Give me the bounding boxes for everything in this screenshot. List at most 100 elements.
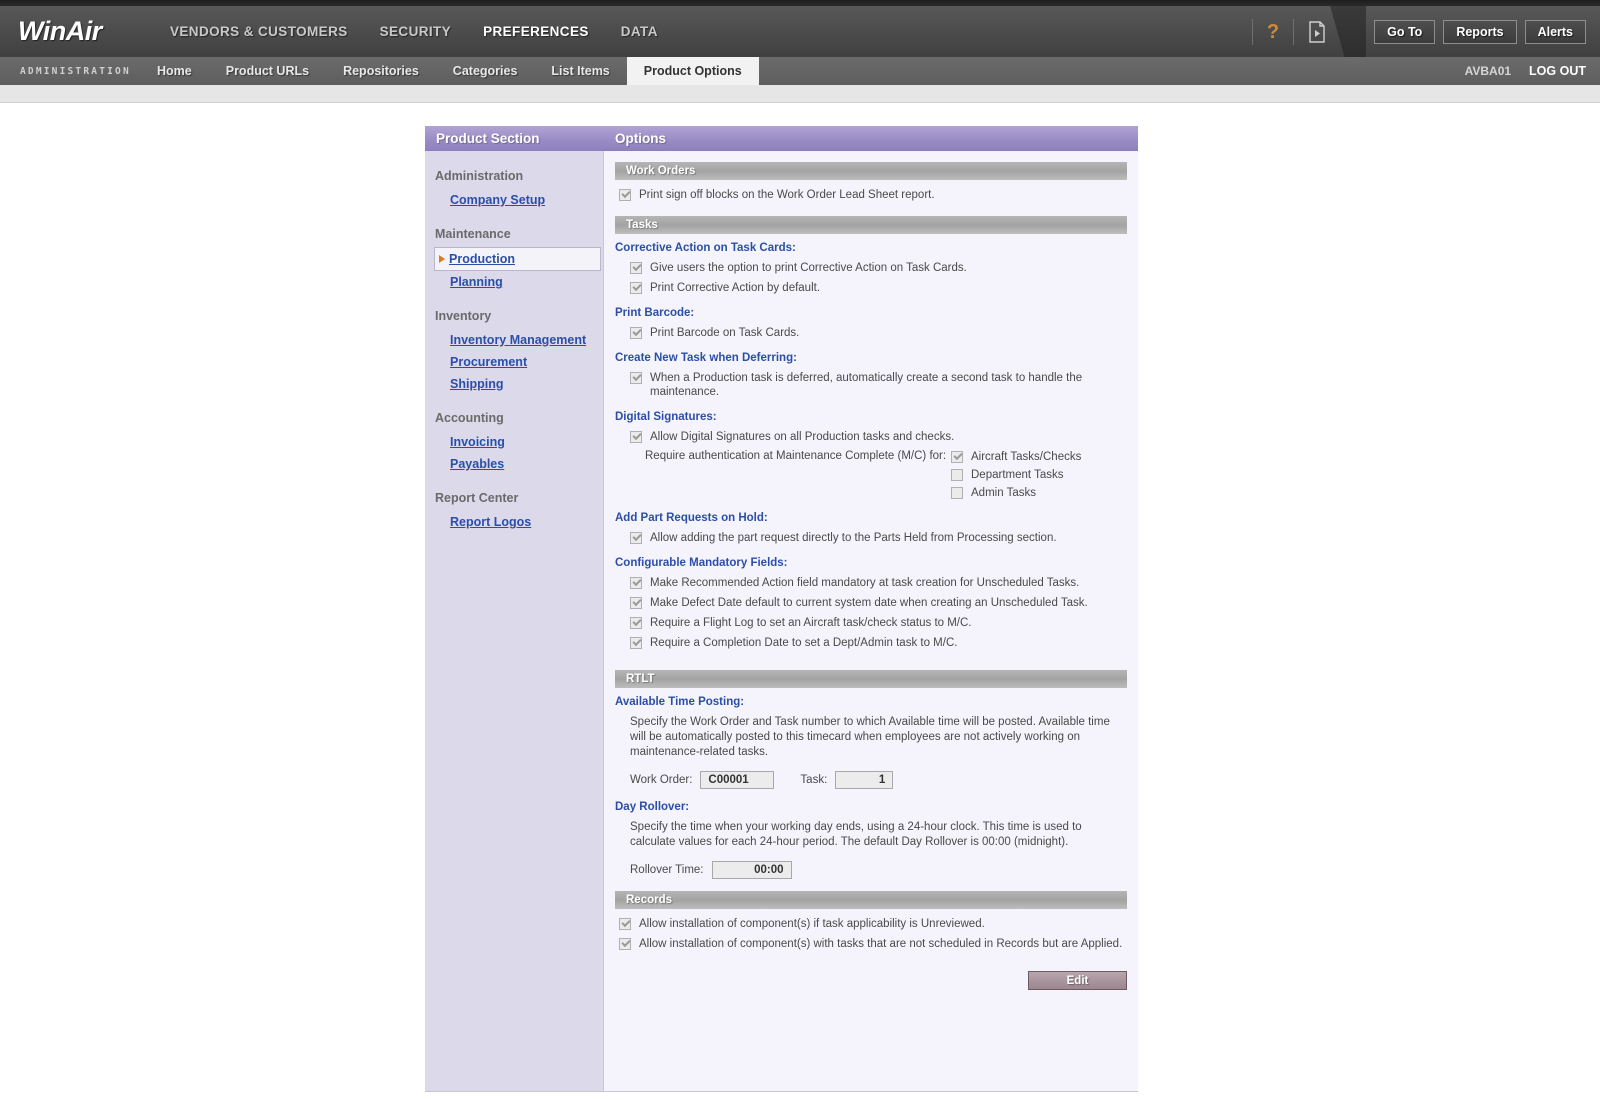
user-id: AVBA01 [1464, 64, 1512, 78]
sidebar-item-inventory-management[interactable]: Inventory Management [425, 329, 603, 351]
checkbox-label: Allow installation of component(s) if ta… [639, 918, 985, 930]
checkbox-label: Print Barcode on Task Cards. [650, 327, 800, 339]
goto-button[interactable]: Go To [1374, 19, 1436, 44]
checkbox-create-second-task-on-defer[interactable] [630, 372, 642, 384]
auth-row-aircraft: Require authentication at Maintenance Co… [615, 450, 1127, 464]
checkbox-label: Make Defect Date default to current syst… [650, 597, 1088, 609]
available-time-description: Specify the Work Order and Task number t… [630, 716, 1110, 758]
tab-product-options[interactable]: Product Options [626, 57, 759, 85]
checkbox-allow-install-not-scheduled[interactable] [619, 938, 631, 950]
heading-corrective-action: Corrective Action on Task Cards: [615, 242, 796, 254]
checkbox-row[interactable]: Allow installation of component(s) if ta… [615, 917, 1127, 931]
task-input[interactable]: 1 [835, 771, 894, 789]
heading-available-time-posting: Available Time Posting: [615, 696, 745, 708]
checkbox-department-tasks[interactable] [951, 469, 963, 481]
auth-row-department: Department Tasks [615, 468, 1127, 482]
auth-option-department[interactable]: Department Tasks [951, 468, 1063, 482]
section-records: Records [615, 891, 1127, 909]
work-order-label: Work Order: [630, 774, 693, 786]
sidebar-group-maintenance: Maintenance [435, 227, 511, 241]
checkbox-print-barcode-task-cards[interactable] [630, 327, 642, 339]
sub-header-right: AVBA01 LOG OUT [1465, 57, 1586, 85]
heading-day-rollover: Day Rollover: [615, 801, 690, 813]
heading-create-new-task: Create New Task when Deferring: [615, 352, 797, 364]
winair-logo: WinAir [18, 16, 102, 46]
product-section-column: Product Section Administration Company S… [425, 126, 604, 1091]
sidebar-item-invoicing[interactable]: Invoicing [425, 431, 603, 453]
sidebar-item-planning[interactable]: Planning [425, 271, 603, 293]
checkbox-label: Require a Flight Log to set an Aircraft … [650, 617, 972, 629]
options-column: Options Work Orders Print sign off block… [604, 126, 1138, 1091]
tab-product-urls[interactable]: Product URLs [209, 57, 326, 85]
checkbox-label: Require a Completion Date to set a Dept/… [650, 637, 958, 649]
checkbox-row[interactable]: Allow Digital Signatures on all Producti… [615, 430, 1127, 444]
sidebar-item-shipping[interactable]: Shipping [425, 373, 603, 395]
task-label: Task: [800, 774, 828, 786]
checkbox-row[interactable]: Print Corrective Action by default. [615, 281, 1127, 295]
checkbox-row[interactable]: Print sign off blocks on the Work Order … [615, 188, 1127, 202]
sidebar-item-payables[interactable]: Payables [425, 453, 603, 475]
page-top-strip [0, 85, 1600, 103]
page-body: Product Section Administration Company S… [0, 103, 1600, 1100]
heading-print-barcode: Print Barcode: [615, 307, 695, 319]
tab-categories[interactable]: Categories [436, 57, 535, 85]
reports-button[interactable]: Reports [1443, 19, 1517, 44]
checkbox-row[interactable]: Allow adding the part request directly t… [615, 531, 1127, 545]
auth-option-admin[interactable]: Admin Tasks [951, 486, 1036, 500]
checkbox-require-completion-date[interactable] [630, 637, 642, 649]
checkbox-row[interactable]: Give users the option to print Correctiv… [615, 261, 1127, 275]
edit-button[interactable]: Edit [1028, 971, 1127, 990]
nav-security[interactable]: SECURITY [380, 24, 451, 39]
rollover-time-input[interactable]: 00:00 [711, 861, 792, 879]
checkbox-label: Give users the option to print Correctiv… [650, 262, 967, 274]
day-rollover-description: Specify the time when your working day e… [630, 821, 1082, 848]
logout-link[interactable]: LOG OUT [1529, 64, 1586, 78]
tab-list-items[interactable]: List Items [534, 57, 626, 85]
sidebar-item-company-setup[interactable]: Company Setup [425, 189, 603, 211]
checkbox-recommended-action-mandatory[interactable] [630, 577, 642, 589]
divider [1293, 18, 1295, 45]
administration-label: ADMINISTRATION [20, 65, 131, 77]
divider [1251, 18, 1253, 45]
checkbox-require-flight-log[interactable] [630, 617, 642, 629]
options-body: Work Orders Print sign off blocks on the… [604, 151, 1138, 1091]
work-order-input[interactable]: C00001 [700, 771, 775, 789]
checkbox-admin-tasks[interactable] [951, 487, 963, 499]
checkbox-row[interactable]: Require a Flight Log to set an Aircraft … [615, 616, 1127, 630]
alerts-button[interactable]: Alerts [1524, 19, 1586, 44]
checkbox-row[interactable]: When a Production task is deferred, auto… [615, 371, 1127, 399]
nav-data[interactable]: DATA [621, 24, 658, 39]
sidebar-item-report-logos[interactable]: Report Logos [425, 511, 603, 533]
available-time-fields: Work Order: C00001 Task: 1 [615, 771, 1127, 789]
auth-option-aircraft[interactable]: Aircraft Tasks/Checks [951, 450, 1081, 464]
document-play-icon[interactable] [1308, 20, 1326, 43]
checkbox-row[interactable]: Print Barcode on Task Cards. [615, 326, 1127, 340]
checkbox-defect-date-default[interactable] [630, 597, 642, 609]
nav-preferences[interactable]: PREFERENCES [483, 24, 589, 39]
checkbox-row[interactable]: Make Defect Date default to current syst… [615, 596, 1127, 610]
checkbox-print-corrective-action-default[interactable] [630, 282, 642, 294]
checkbox-allow-part-request-parts-held[interactable] [630, 532, 642, 544]
sidebar-item-production[interactable]: Production [434, 247, 601, 271]
action-button-row: Edit [615, 957, 1127, 1002]
checkbox-label: When a Production task is deferred, auto… [650, 372, 1083, 398]
checkbox-give-users-print-corrective-action[interactable] [630, 262, 642, 274]
help-icon[interactable]: ? [1267, 22, 1279, 42]
checkbox-row[interactable]: Allow installation of component(s) with … [615, 937, 1127, 951]
sidebar-group-report-center: Report Center [435, 491, 519, 505]
checkbox-label: Allow Digital Signatures on all Producti… [650, 431, 955, 443]
checkbox-row[interactable]: Make Recommended Action field mandatory … [615, 576, 1127, 590]
checkbox-label: Aircraft Tasks/Checks [971, 451, 1082, 463]
checkbox-print-signoff-blocks[interactable] [619, 189, 631, 201]
tab-repositories[interactable]: Repositories [326, 57, 436, 85]
nav-vendors-customers[interactable]: VENDORS & CUSTOMERS [170, 24, 348, 39]
sidebar-item-label: Production [449, 252, 515, 266]
checkbox-aircraft-tasks-checks[interactable] [951, 451, 963, 463]
tab-home[interactable]: Home [140, 57, 209, 85]
product-section-title: Product Section [425, 126, 604, 151]
checkbox-row[interactable]: Require a Completion Date to set a Dept/… [615, 636, 1127, 650]
checkbox-allow-install-unreviewed[interactable] [619, 918, 631, 930]
heading-add-part-requests-on-hold: Add Part Requests on Hold: [615, 512, 768, 524]
sidebar-item-procurement[interactable]: Procurement [425, 351, 603, 373]
checkbox-allow-digital-signatures[interactable] [630, 431, 642, 443]
